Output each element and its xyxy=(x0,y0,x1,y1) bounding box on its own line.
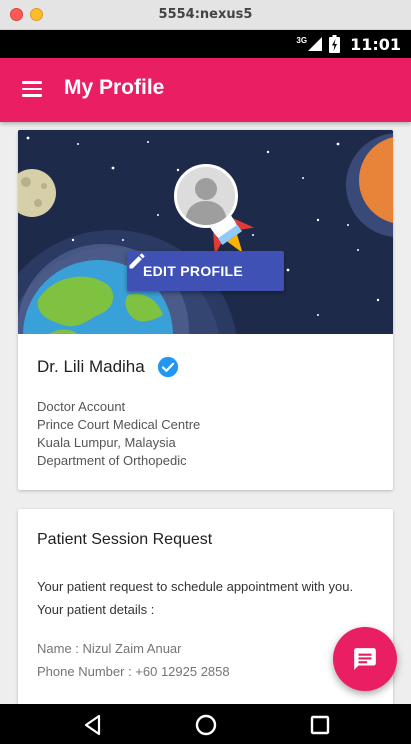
department: Department of Orthopedic xyxy=(37,453,187,468)
menu-icon[interactable] xyxy=(22,81,42,97)
verified-icon xyxy=(157,356,178,378)
avatar-icon xyxy=(177,167,235,225)
status-time: 11:01 xyxy=(350,34,401,54)
recents-icon[interactable] xyxy=(307,712,333,738)
page-title: My Profile xyxy=(64,76,165,99)
message-icon xyxy=(354,648,376,670)
edit-profile-button[interactable]: EDIT PROFILE xyxy=(127,251,284,291)
patient-details: Name : Nizul Zaim Anuar Phone Number : +… xyxy=(37,637,230,683)
home-icon[interactable] xyxy=(193,712,219,738)
account-type: Doctor Account xyxy=(37,399,126,414)
avatar[interactable] xyxy=(174,164,238,228)
battery-icon xyxy=(329,35,341,53)
window-title: 5554:nexus5 xyxy=(158,7,253,22)
profile-card: EDIT PROFILE Dr. Lili Madiha Doctor Acco… xyxy=(18,130,393,490)
status-bar: 3G 11:01 xyxy=(0,30,411,58)
request-message-line: Your patient request to schedule appoint… xyxy=(37,579,354,594)
app-bar: My Profile xyxy=(0,58,411,122)
signal-icon xyxy=(308,37,323,51)
hospital-name: Prince Court Medical Centre xyxy=(37,417,201,432)
back-icon[interactable] xyxy=(80,712,106,738)
emulator-title-bar: 5554:nexus5 xyxy=(0,0,411,30)
profile-info: Dr. Lili Madiha Doctor Account Prince Co… xyxy=(18,334,393,470)
request-title: Patient Session Request xyxy=(37,531,213,548)
profile-details: Doctor Account Prince Court Medical Cent… xyxy=(37,398,374,470)
patient-phone: Phone Number : +60 12925 2858 xyxy=(37,664,230,679)
profile-header-illustration: EDIT PROFILE xyxy=(18,130,393,334)
patient-name: Name : Nizul Zaim Anuar xyxy=(37,641,182,656)
network-type: 3G xyxy=(296,35,308,45)
request-message-line: Your patient details : xyxy=(37,602,155,617)
doctor-name: Dr. Lili Madiha xyxy=(37,357,145,376)
edit-profile-label: EDIT PROFILE xyxy=(143,263,244,279)
pencil-icon xyxy=(129,253,145,269)
location: Kuala Lumpur, Malaysia xyxy=(37,435,176,450)
space-illustration xyxy=(18,130,393,334)
navigation-bar xyxy=(0,704,411,744)
message-fab-button[interactable] xyxy=(333,627,397,691)
request-message: Your patient request to schedule appoint… xyxy=(37,575,382,621)
main-content[interactable]: EDIT PROFILE Dr. Lili Madiha Doctor Acco… xyxy=(0,122,411,704)
